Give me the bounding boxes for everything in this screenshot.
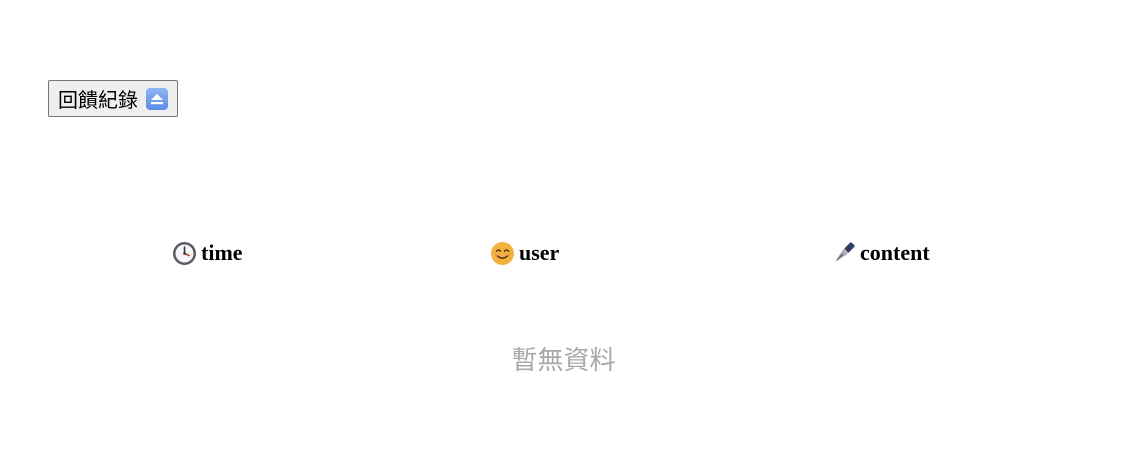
eject-icon <box>146 87 168 110</box>
column-header-content: content <box>831 240 930 266</box>
fountain-pen-icon <box>831 241 856 266</box>
column-header-time: time <box>172 240 243 266</box>
column-header-user: user <box>490 240 559 266</box>
column-header-time-label: time <box>201 240 243 265</box>
column-header-user-label: user <box>519 240 560 265</box>
column-header-content-label: content <box>860 240 930 265</box>
empty-state-text: 暫無資料 <box>511 346 616 376</box>
smiling-face-icon <box>490 241 515 266</box>
clock-icon <box>172 241 197 266</box>
table-header-row: time user content <box>0 240 1127 272</box>
feedback-records-button[interactable]: 回饋紀錄 <box>48 80 178 117</box>
feedback-records-label: 回饋紀錄 <box>58 88 138 112</box>
